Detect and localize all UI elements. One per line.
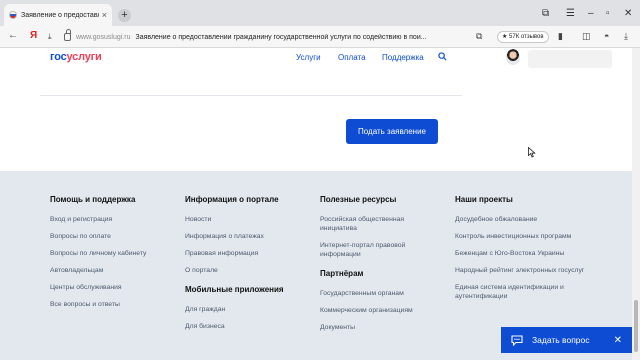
footer-link[interactable]: Досудебное обжалование xyxy=(455,215,605,224)
ask-question-widget[interactable]: Задать вопрос ✕ xyxy=(501,327,632,353)
page-scrollbar[interactable] xyxy=(632,48,640,360)
footer-link[interactable]: Вопросы по личному кабинету xyxy=(50,249,180,258)
footer-link[interactable]: Правовая информация xyxy=(185,249,315,258)
footer-col-subtitle: Партнёрам xyxy=(320,269,364,278)
address-bar: ← Я ⤓ www.gosuslugi.ru Заявление о предо… xyxy=(0,26,640,48)
url-page-title: Заявление о предоставлении гражданину го… xyxy=(135,33,427,41)
downloads-icon[interactable]: ⤓ xyxy=(624,31,628,42)
footer-link[interactable]: Российская общественная инициатива xyxy=(320,215,438,233)
rating-badge[interactable]: ★ 57К отзывов xyxy=(497,31,549,43)
browser-tab[interactable]: Заявление о предоставлени... × xyxy=(4,4,112,26)
mouse-cursor-icon xyxy=(528,147,536,158)
footer-link[interactable]: Единая система идентификации и аутентифи… xyxy=(455,283,605,301)
footer-link[interactable]: Центры обслуживания xyxy=(50,283,180,292)
footer-link[interactable]: Вход и регистрация xyxy=(50,215,180,224)
nav-services[interactable]: Услуги xyxy=(296,53,321,62)
close-window-icon[interactable]: ✕ xyxy=(624,8,632,19)
extension-icon[interactable]: ◓ xyxy=(604,31,609,41)
tabs-menu-icon[interactable]: ⧉ xyxy=(542,8,549,19)
site-header: госуслуги Услуги Оплата Поддержка xyxy=(0,48,620,70)
logo-part-uslugi: услуги xyxy=(66,51,102,63)
nav-support[interactable]: Поддержка xyxy=(382,53,424,62)
download-icon[interactable]: ⤓ xyxy=(48,32,52,42)
footer-link[interactable]: Автовладельцам xyxy=(50,266,180,275)
footer-link[interactable]: Государственным органам xyxy=(320,289,438,298)
new-tab-button[interactable]: + xyxy=(118,9,131,22)
gosuslugi-logo[interactable]: госуслуги xyxy=(50,51,102,63)
search-icon[interactable] xyxy=(438,52,447,61)
footer-link[interactable]: Народный рейтинг электронных госуслуг xyxy=(455,266,605,275)
nav-payment[interactable]: Оплата xyxy=(338,53,366,62)
footer-col-title: Наши проекты xyxy=(455,195,513,204)
footer-link[interactable]: Документы xyxy=(320,323,438,332)
footer-col-help: Помощь и поддержка Вход и регистрация Во… xyxy=(50,195,180,317)
browser-tab-bar: Заявление о предоставлени... × + ⧉ ☰ – ▫… xyxy=(0,0,640,26)
footer-link[interactable]: О портале xyxy=(185,266,315,275)
minimize-icon[interactable]: – xyxy=(588,8,594,19)
yandex-icon[interactable]: Я xyxy=(30,30,37,41)
footer-col-subtitle: Мобильные приложения xyxy=(185,285,284,294)
footer-col-title: Информация о портале xyxy=(185,195,279,204)
footer-link[interactable]: Для бизнеса xyxy=(185,322,315,331)
ask-question-label: Задать вопрос xyxy=(532,335,590,345)
footer-col-title: Полезные ресурсы xyxy=(320,195,397,204)
lock-icon xyxy=(64,29,71,41)
footer-col-portal-info: Информация о портале Новости Информация … xyxy=(185,195,315,339)
logo-part-gos: гос xyxy=(50,51,67,63)
collections-icon[interactable]: ◫ xyxy=(582,31,591,42)
content-divider xyxy=(40,95,462,96)
tab-close-icon[interactable]: × xyxy=(102,10,107,20)
url-domain: www.gosuslugi.ru xyxy=(76,33,131,41)
reader-icon[interactable]: ⧉ xyxy=(476,31,482,42)
footer-link[interactable]: Интернет-портал правовой информации xyxy=(320,241,438,259)
footer-col-projects: Наши проекты Досудебное обжалование Конт… xyxy=(455,195,605,309)
site-favicon-icon xyxy=(9,11,17,19)
submit-application-button[interactable]: Подать заявление xyxy=(346,119,438,144)
maximize-icon[interactable]: ▫ xyxy=(606,8,610,19)
scrollbar-thumb[interactable] xyxy=(634,300,638,352)
chat-close-icon[interactable]: ✕ xyxy=(614,335,622,346)
footer-col-title: Помощь и поддержка xyxy=(50,195,136,204)
footer-link[interactable]: Для граждан xyxy=(185,305,315,314)
bookmark-icon[interactable]: ▮ xyxy=(558,31,563,42)
chat-bubble-icon xyxy=(511,334,523,346)
footer-link[interactable]: Беженцам с Юго-Востока Украины xyxy=(455,249,605,258)
footer-link[interactable]: Информация о платежах xyxy=(185,232,315,241)
user-name-blurred[interactable] xyxy=(528,50,612,68)
user-avatar[interactable] xyxy=(506,49,520,65)
footer-link[interactable]: Коммерческим организациям xyxy=(320,306,438,315)
browser-menu-icon[interactable]: ☰ xyxy=(566,8,575,19)
url-field[interactable]: www.gosuslugi.ru Заявление о предоставле… xyxy=(64,29,462,45)
tab-title: Заявление о предоставлени... xyxy=(21,11,99,19)
footer-link[interactable]: Контроль инвестиционных программ xyxy=(455,232,605,241)
footer-col-resources: Полезные ресурсы Российская общественная… xyxy=(320,195,438,340)
footer-link[interactable]: Новости xyxy=(185,215,315,224)
footer-link[interactable]: Все вопросы и ответы xyxy=(50,300,180,309)
back-icon[interactable]: ← xyxy=(8,30,18,41)
footer-link[interactable]: Вопросы по оплате xyxy=(50,232,180,241)
